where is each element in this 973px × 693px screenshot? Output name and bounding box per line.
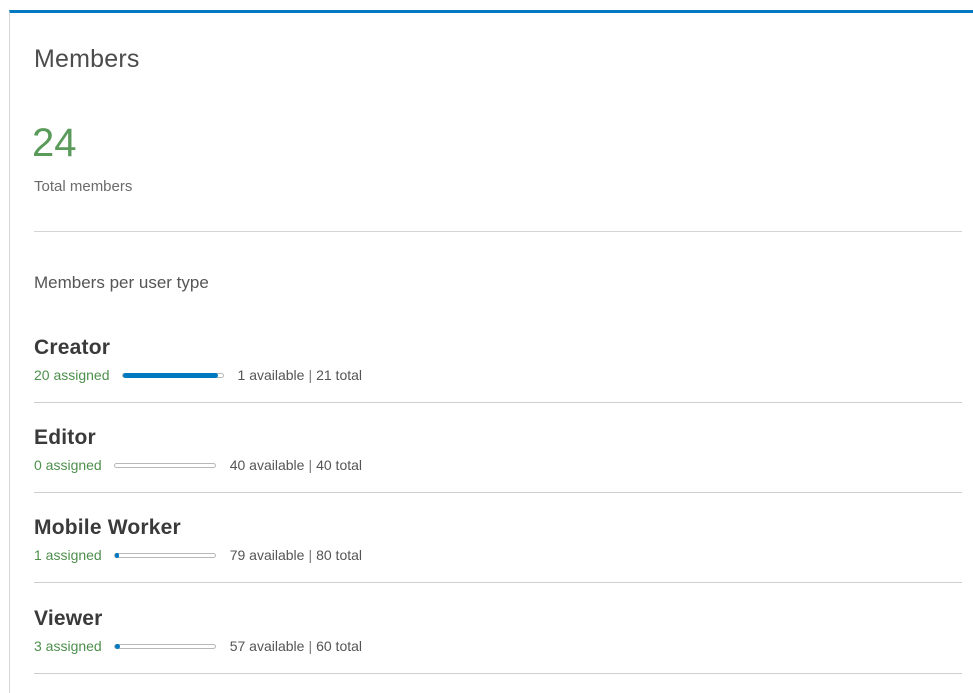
- assigned-progress-bar: [113, 462, 216, 468]
- assigned-count: 1 assigned: [34, 547, 102, 563]
- available-count: 57 available: [229, 638, 305, 654]
- row-divider: [34, 492, 962, 493]
- row-divider: [34, 673, 962, 674]
- user-type-viewer: Viewer 3 assigned 57 available | 60 total: [34, 605, 446, 656]
- members-per-user-type-label: Members per user type: [34, 273, 209, 292]
- user-type-name: Viewer: [34, 607, 103, 630]
- total-count: 60 total: [316, 638, 363, 654]
- section-divider: [34, 231, 962, 232]
- available-count: 1 available: [237, 367, 305, 383]
- assigned-progress-bar: [113, 552, 216, 558]
- separator: |: [308, 457, 313, 473]
- availability-counts: 1 available | 21 total: [238, 367, 363, 383]
- total-count: 80 total: [316, 547, 363, 563]
- user-type-mobile-worker: Mobile Worker 1 assigned 79 available | 80…: [34, 514, 446, 565]
- separator: |: [308, 638, 313, 654]
- total-count: 40 total: [316, 457, 363, 473]
- assigned-progress-bar: [113, 643, 216, 649]
- total-members-label: Total members: [34, 178, 133, 195]
- assigned-count: 20 assigned: [34, 367, 110, 383]
- available-count: 40 available: [229, 457, 305, 473]
- user-type-name: Mobile Worker: [34, 516, 181, 539]
- user-type-stats: 1 assigned 79 available | 80 total: [34, 545, 446, 565]
- user-type-stats: 3 assigned 57 available | 60 total: [34, 636, 446, 656]
- total-count: 21 total: [316, 367, 363, 383]
- assigned-count: 0 assigned: [34, 457, 102, 473]
- assigned-progress-bar: [121, 372, 224, 378]
- availability-counts: 79 available | 80 total: [230, 547, 362, 563]
- available-count: 79 available: [229, 547, 305, 563]
- row-divider: [34, 582, 962, 583]
- total-members-count: 24: [32, 121, 77, 165]
- members-panel: Members 24 Total members Members per use…: [9, 10, 973, 693]
- user-type-editor: Editor 0 assigned 40 available | 40 total: [34, 424, 446, 475]
- user-type-name: Editor: [34, 426, 96, 449]
- separator: |: [308, 367, 313, 383]
- user-type-name: Creator: [34, 336, 111, 359]
- availability-counts: 57 available | 60 total: [230, 638, 362, 654]
- assigned-progress-fill: [122, 372, 218, 378]
- assigned-count: 3 assigned: [34, 638, 102, 654]
- panel-title: Members: [34, 45, 140, 73]
- assigned-progress-fill: [114, 643, 120, 649]
- user-type-stats: 20 assigned 1 available | 21 total: [34, 365, 446, 385]
- user-type-creator: Creator 20 assigned 1 available | 21 total: [34, 334, 446, 385]
- user-type-stats: 0 assigned 40 available | 40 total: [34, 455, 446, 475]
- availability-counts: 40 available | 40 total: [230, 457, 362, 473]
- row-divider: [34, 402, 962, 403]
- assigned-progress-fill: [114, 552, 119, 558]
- separator: |: [308, 547, 313, 563]
